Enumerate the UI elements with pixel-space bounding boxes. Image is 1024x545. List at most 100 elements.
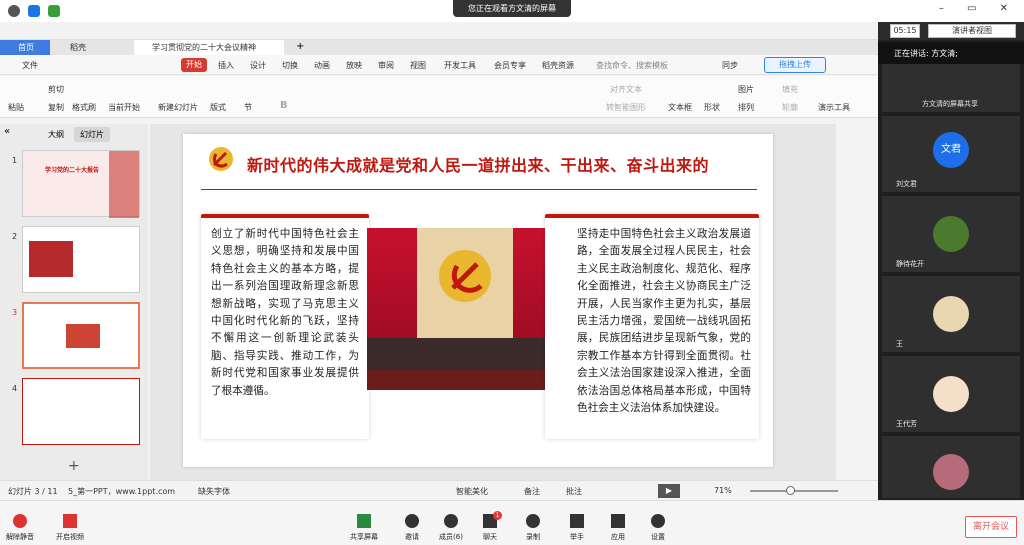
share-screen-button[interactable]: 共享屏幕: [344, 532, 384, 542]
title-divider: [201, 189, 757, 190]
section-button[interactable]: 节: [244, 102, 252, 113]
paste-button[interactable]: 粘贴: [8, 102, 24, 113]
record-button[interactable]: 录制: [513, 532, 553, 542]
notes-button[interactable]: 备注: [524, 486, 540, 497]
menu-resources[interactable]: 稻壳资源: [542, 60, 574, 71]
slide-thumbnail[interactable]: [22, 226, 140, 293]
zoom-level: 71%: [714, 486, 732, 495]
left-text-card: 创立了新时代中国特色社会主义思想，明确坚持和发展中国特色社会主义的基本方略，提出…: [201, 214, 369, 439]
slide-title: 新时代的伟大成就是党和人民一道拼出来、干出来、奋斗出来的: [247, 156, 710, 175]
camera-icon[interactable]: [63, 514, 77, 528]
align-text-button[interactable]: 对齐文本: [610, 84, 642, 95]
textbox-button[interactable]: 文本框: [668, 102, 692, 113]
smart-beautify-button[interactable]: 智能美化: [456, 486, 488, 497]
menu-animation[interactable]: 动画: [314, 60, 330, 71]
outline-button[interactable]: 轮廓: [782, 102, 798, 113]
video-tile[interactable]: [882, 436, 1020, 498]
outline-tab[interactable]: 大纲: [48, 129, 64, 140]
comment-button[interactable]: 批注: [566, 486, 582, 497]
speaking-indicator: 正在讲话: 方文清;: [878, 42, 1024, 64]
ribbon: 粘贴 剪切 复制 格式刷 当前开始 新建幻灯片 版式 节 B 对齐文本 转智能图…: [0, 76, 878, 118]
video-tile[interactable]: 王代芳: [882, 356, 1020, 432]
sync-button[interactable]: 同步: [722, 60, 738, 71]
status-bar: 幻灯片 3 / 11 5_第一PPT，www.1ppt.com 缺失字体 智能美…: [0, 480, 878, 500]
menu-design[interactable]: 设计: [250, 60, 266, 71]
avatar: 文君: [933, 132, 969, 168]
thumb-number: 3: [12, 308, 18, 317]
layout-button[interactable]: 版式: [210, 102, 226, 113]
leave-meeting-button[interactable]: 离开会议: [965, 516, 1017, 538]
menu-slideshow[interactable]: 放映: [346, 60, 362, 71]
new-slide-button[interactable]: 新建幻灯片: [158, 102, 198, 113]
invite-button[interactable]: 邀请: [392, 532, 432, 542]
mute-button[interactable]: 解除静音: [0, 532, 40, 542]
bold-button[interactable]: B: [280, 100, 288, 111]
settings-button[interactable]: 设置: [638, 532, 678, 542]
menu-file[interactable]: 文件: [22, 60, 38, 71]
copy-button[interactable]: 复制: [48, 102, 64, 113]
tab-document[interactable]: 学习贯彻党的二十大会议精神: [134, 40, 284, 55]
tab-home[interactable]: 首页: [0, 40, 50, 55]
apps-button[interactable]: 应用: [598, 532, 638, 542]
shape-button[interactable]: 形状: [704, 102, 720, 113]
timer: 05:15: [890, 24, 920, 38]
video-tile[interactable]: 文君 刘文君: [882, 116, 1020, 192]
format-painter-button[interactable]: 格式刷: [72, 102, 96, 113]
presenter-view-button[interactable]: 演讲者视图: [928, 24, 1016, 38]
raise-hand-icon[interactable]: [570, 514, 584, 528]
right-card-text: 坚持走中国特色社会主义政治发展道路，全面发展全过程人民民主，社会主义民主政治制度…: [577, 228, 751, 415]
window-controls[interactable]: – ▭ ✕: [939, 3, 1018, 14]
signal-icon: [48, 5, 60, 17]
collapse-panel-icon[interactable]: «: [4, 126, 10, 137]
info-icon[interactable]: [8, 5, 20, 17]
slide-thumbnail[interactable]: 学习党的二十大报告: [22, 150, 140, 218]
shield-icon[interactable]: [28, 5, 40, 17]
video-tile[interactable]: 静待花开: [882, 196, 1020, 272]
participant-name: 方文清的屏幕共享: [922, 100, 978, 108]
chat-button[interactable]: 聊天: [470, 532, 510, 542]
smartart-button[interactable]: 转智能图形: [606, 102, 646, 113]
add-slide-icon[interactable]: +: [68, 458, 80, 474]
presentation-window: 首页 稻壳 学习贯彻党的二十大会议精神 + 文件 开始 插入 设计 切换 动画 …: [0, 40, 878, 500]
members-button[interactable]: 成员(6): [431, 532, 471, 542]
video-tile[interactable]: 王: [882, 276, 1020, 352]
congress-stage-photo: [367, 228, 563, 390]
apps-icon[interactable]: [611, 514, 625, 528]
avatar: [933, 296, 969, 332]
slides-tab[interactable]: 幻灯片: [74, 127, 110, 142]
members-icon[interactable]: [444, 514, 458, 528]
slide-thumbnail-selected[interactable]: [22, 302, 140, 369]
raise-hand-button[interactable]: 举手: [557, 532, 597, 542]
arrange-button[interactable]: 排列: [738, 102, 754, 113]
search-command[interactable]: 查找命令、搜索模板: [596, 60, 668, 71]
slide[interactable]: 新时代的伟大成就是党和人民一道拼出来、干出来、奋斗出来的 创立了新时代中国特色社…: [183, 134, 773, 467]
menu-review[interactable]: 审阅: [378, 60, 394, 71]
zoom-slider-thumb[interactable]: [786, 486, 795, 495]
menu-insert[interactable]: 插入: [218, 60, 234, 71]
record-icon[interactable]: [526, 514, 540, 528]
share-screen-icon[interactable]: [357, 514, 371, 528]
fill-button[interactable]: 填充: [782, 84, 798, 95]
add-tab-icon[interactable]: +: [296, 41, 304, 52]
picture-button[interactable]: 图片: [738, 84, 754, 95]
tab-wps[interactable]: 稻壳: [52, 40, 132, 55]
cut-button[interactable]: 剪切: [48, 84, 64, 95]
menu-dev[interactable]: 开发工具: [444, 60, 476, 71]
slideshow-tool-button[interactable]: 演示工具: [818, 102, 850, 113]
menu-transition[interactable]: 切换: [282, 60, 298, 71]
from-current-button[interactable]: 当前开始: [108, 102, 140, 113]
slide-counter: 幻灯片 3 / 11: [8, 487, 58, 496]
upload-button[interactable]: 拖拽上传: [764, 57, 826, 73]
invite-icon[interactable]: [405, 514, 419, 528]
menu-start[interactable]: 开始: [181, 58, 207, 72]
menu-view[interactable]: 视图: [410, 60, 426, 71]
gear-icon[interactable]: [651, 514, 665, 528]
avatar: [933, 454, 969, 490]
menu-member[interactable]: 会员专享: [494, 60, 526, 71]
microphone-icon[interactable]: [13, 514, 27, 528]
video-button[interactable]: 开启视频: [50, 532, 90, 542]
play-icon[interactable]: ▶: [658, 484, 680, 498]
missing-font-button[interactable]: 缺失字体: [198, 486, 230, 497]
video-tile[interactable]: 方文清的屏幕共享: [882, 64, 1020, 112]
slide-thumbnail[interactable]: [22, 378, 140, 445]
